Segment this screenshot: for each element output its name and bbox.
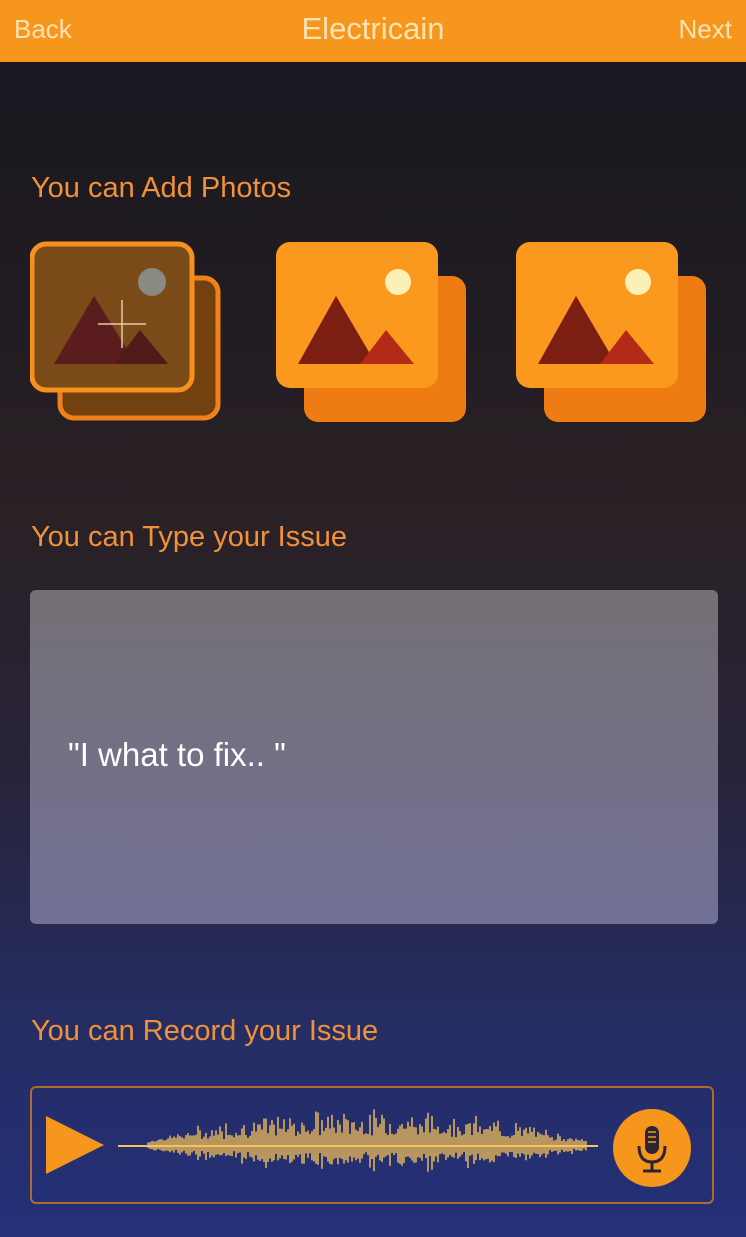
photo-slot-2[interactable]: [274, 240, 470, 426]
play-button[interactable]: [42, 1112, 108, 1178]
microphone-icon: [613, 1109, 691, 1187]
play-icon: [46, 1116, 104, 1174]
issue-text-area[interactable]: "I what to fix.. ": [30, 590, 718, 924]
image-icon: [516, 242, 706, 422]
add-photos-label: You can Add Photos: [31, 172, 292, 204]
add-photo-icon: [30, 241, 221, 421]
issue-placeholder: "I what to fix.. ": [68, 736, 286, 773]
audio-waveform: [118, 1109, 598, 1172]
image-icon: [276, 242, 466, 422]
photo-slot-3[interactable]: [514, 240, 710, 426]
audio-recorder: [30, 1086, 714, 1204]
page-title: Electricain: [301, 11, 445, 46]
record-button[interactable]: [612, 1108, 692, 1188]
top-nav-bar: Back Electricain Next: [0, 0, 746, 62]
type-issue-label: You can Type your Issue: [31, 521, 347, 553]
record-issue-label: You can Record your Issue: [31, 1015, 379, 1047]
add-photo-button[interactable]: [30, 240, 226, 426]
next-button[interactable]: Next: [679, 14, 732, 45]
